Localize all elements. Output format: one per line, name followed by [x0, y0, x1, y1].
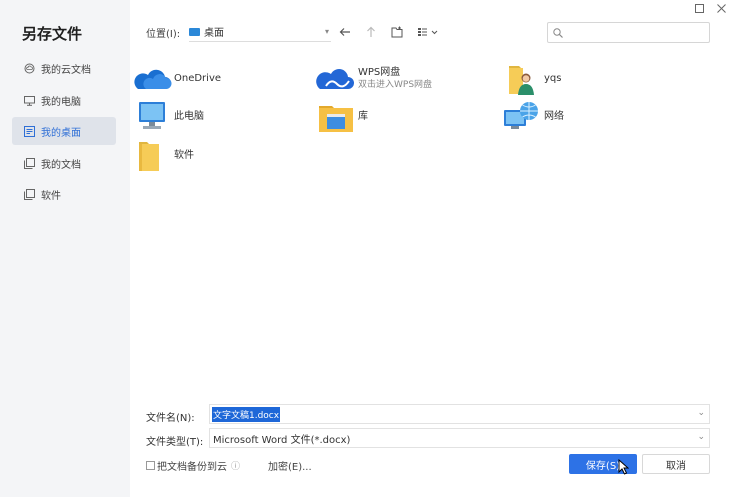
filename-input[interactable]: 文字文稿1.docx ⌄	[209, 404, 710, 424]
close-icon	[716, 3, 726, 13]
encrypt-button[interactable]: 加密(E)...	[268, 458, 312, 473]
chevron-down-icon: ▾	[324, 27, 329, 36]
file-name: 此电脑	[174, 111, 204, 122]
new-folder-button[interactable]	[389, 24, 405, 40]
back-button[interactable]	[337, 24, 353, 40]
monitor-icon	[24, 95, 35, 106]
backup-label: 把文档备份到云	[157, 462, 227, 473]
library-icon	[316, 100, 356, 134]
sidebar-item-my-documents[interactable]: 我的文档	[12, 149, 116, 177]
file-item-software[interactable]: 软件	[132, 139, 194, 173]
computer-icon	[132, 100, 172, 134]
network-icon	[502, 100, 542, 134]
filetype-label: 文件类型(T):	[146, 437, 204, 448]
sidebar-item-cloud-docs[interactable]: 我的云文档	[12, 54, 116, 82]
file-name: 软件	[174, 150, 194, 161]
up-button[interactable]	[363, 24, 379, 40]
desktop-icon	[24, 125, 35, 137]
info-icon[interactable]: ⓘ	[231, 459, 240, 472]
file-item-yqs[interactable]: yqs	[502, 62, 561, 96]
filename-value: 文字文稿1.docx	[212, 406, 281, 422]
sidebar-item-label: 我的文档	[41, 159, 81, 171]
wps-cloud-icon	[316, 62, 356, 96]
sidebar-item-label: 我的电脑	[41, 96, 81, 108]
onedrive-icon	[132, 62, 172, 96]
file-name: 网络	[544, 111, 564, 122]
sidebar-item-software[interactable]: 软件	[12, 180, 116, 208]
file-item-onedrive[interactable]: OneDrive	[132, 62, 221, 96]
sidebar-item-label: 我的桌面	[41, 127, 81, 139]
search-icon	[553, 27, 563, 38]
file-item-wps-cloud[interactable]: WPS网盘 双击进入WPS网盘	[316, 62, 432, 96]
filetype-value: Microsoft Word 文件(*.docx)	[213, 434, 351, 446]
sidebar-item-label: 我的云文档	[41, 64, 91, 76]
view-list-icon	[418, 28, 438, 36]
filetype-dropdown[interactable]: Microsoft Word 文件(*.docx) ⌄	[209, 428, 710, 448]
file-name: WPS网盘	[358, 67, 401, 78]
folder-icon	[132, 139, 172, 173]
folder-icon	[24, 188, 35, 200]
maximize-icon	[694, 3, 704, 13]
view-mode-button[interactable]	[416, 24, 440, 40]
file-name: yqs	[544, 73, 562, 84]
cloud-icon	[24, 63, 35, 74]
backup-to-cloud-checkbox[interactable]: 把文档备份到云 ⓘ	[146, 458, 240, 473]
chevron-down-icon: ⌄	[697, 432, 705, 442]
arrow-up-icon	[367, 26, 375, 37]
file-name: OneDrive	[174, 73, 222, 84]
dialog-title: 另存文件	[22, 25, 83, 43]
cancel-button[interactable]: 取消	[642, 454, 710, 474]
mouse-cursor-icon	[618, 459, 629, 475]
document-icon	[24, 157, 35, 169]
file-name: 库	[358, 111, 368, 122]
search-box[interactable]	[547, 22, 710, 43]
desktop-folder-icon	[189, 27, 200, 36]
file-item-network[interactable]: 网络	[502, 100, 564, 134]
user-folder-icon	[502, 62, 542, 96]
sidebar-item-my-desktop[interactable]: 我的桌面	[12, 117, 116, 145]
file-subtitle: 双击进入WPS网盘	[358, 80, 433, 90]
checkbox[interactable]	[146, 461, 155, 470]
search-input[interactable]	[567, 27, 709, 38]
location-value: 桌面	[204, 28, 224, 39]
location-label: 位置(I):	[146, 28, 181, 40]
chevron-down-icon[interactable]: ⌄	[697, 408, 705, 418]
arrow-left-icon	[339, 28, 350, 36]
location-bar: 位置(I):	[146, 22, 180, 42]
file-item-library[interactable]: 库	[316, 100, 368, 134]
sidebar-item-label: 软件	[41, 190, 61, 202]
close-button[interactable]	[714, 1, 728, 15]
file-item-this-pc[interactable]: 此电脑	[132, 100, 204, 134]
sidebar: 另存文件 我的云文档 我的电脑 我的桌面 我的文档 软件	[0, 0, 130, 497]
sidebar-item-my-computer[interactable]: 我的电脑	[12, 86, 116, 114]
maximize-button[interactable]	[692, 1, 706, 15]
filename-label: 文件名(N):	[146, 413, 195, 424]
new-folder-icon	[391, 26, 403, 38]
location-dropdown[interactable]: 桌面 ▾	[189, 22, 331, 42]
